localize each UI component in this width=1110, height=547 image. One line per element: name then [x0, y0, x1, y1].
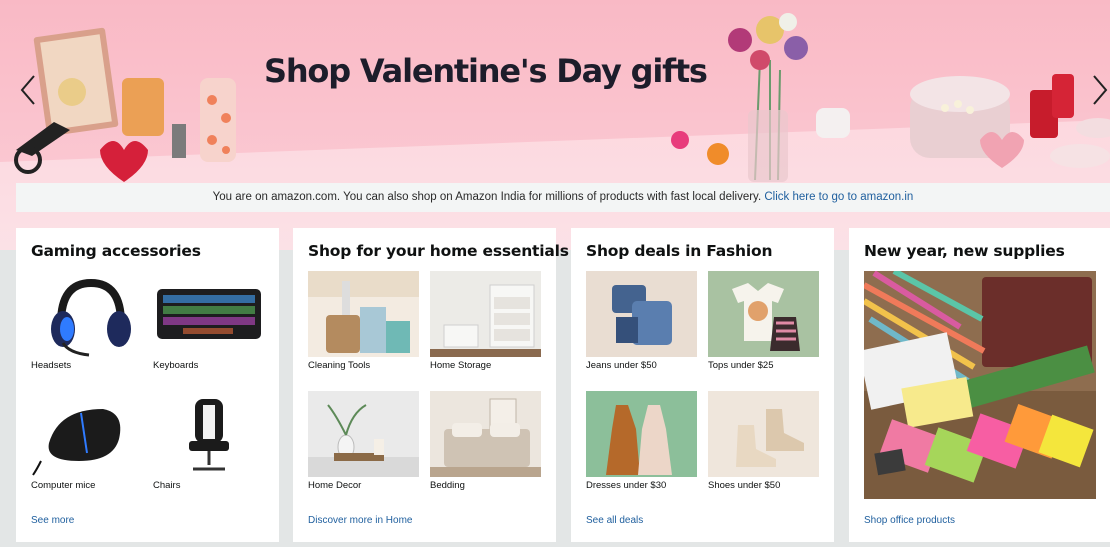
headset-image — [31, 271, 142, 357]
hero-title[interactable]: Shop Valentine's Day gifts — [264, 52, 708, 90]
tile-label: Home Decor — [308, 480, 362, 491]
chevron-right-icon — [1093, 75, 1108, 105]
tile-label: Shoes under $50 — [708, 480, 781, 491]
amazon-india-link[interactable]: Click here to go to amazon.in — [764, 191, 913, 203]
hero-flowers-decor — [671, 13, 850, 182]
tile-label: Chairs — [153, 480, 181, 491]
carousel-prev-button[interactable] — [14, 70, 44, 110]
card-office-supplies: New year, new supplies Shop office produ… — [849, 228, 1110, 542]
tile-chairs[interactable]: Chairs — [153, 391, 264, 491]
tile-home-decor[interactable]: Home Decor — [308, 391, 419, 491]
hero-right-decor — [910, 74, 1110, 168]
tile-jeans[interactable]: Jeans under $50 — [586, 271, 697, 371]
tile-label: Cleaning Tools — [308, 360, 371, 371]
tile-label: Headsets — [31, 360, 72, 371]
tile-label: Tops under $25 — [708, 360, 774, 371]
chevron-left-icon — [20, 75, 35, 105]
card-title: Shop for your home essentials — [308, 242, 569, 260]
mouse-image — [31, 391, 142, 477]
locale-notice-text: You are on amazon.com. You can also shop… — [212, 191, 762, 203]
tile-label: Keyboards — [153, 360, 199, 371]
tile-bedding[interactable]: Bedding — [430, 391, 541, 491]
bedding-image — [430, 391, 541, 477]
tile-label: Bedding — [430, 480, 465, 491]
dresses-image — [586, 391, 697, 477]
home-storage-image — [430, 271, 541, 357]
shoes-image — [708, 391, 819, 477]
carousel-next-button[interactable] — [1084, 70, 1110, 110]
locale-notice: You are on amazon.com. You can also shop… — [16, 183, 1110, 212]
tile-label: Dresses under $30 — [586, 480, 667, 491]
office-supplies-image — [864, 271, 1096, 499]
discover-more-home-link[interactable]: Discover more in Home — [308, 515, 412, 526]
tile-label: Home Storage — [430, 360, 492, 371]
card-fashion-deals: Shop deals in Fashion Jeans under $50 To… — [571, 228, 834, 542]
jeans-image — [586, 271, 697, 357]
keyboard-image — [153, 271, 264, 357]
tile-dresses[interactable]: Dresses under $30 — [586, 391, 697, 491]
chair-image — [153, 391, 264, 477]
card-title: Gaming accessories — [31, 242, 201, 260]
see-all-deals-link[interactable]: See all deals — [586, 515, 643, 526]
tile-headsets[interactable]: Headsets — [31, 271, 142, 371]
tile-label: Jeans under $50 — [586, 360, 657, 371]
tile-home-storage[interactable]: Home Storage — [430, 271, 541, 371]
home-decor-image — [308, 391, 419, 477]
hero-banner[interactable]: Shop Valentine's Day gifts — [0, 0, 1110, 250]
tile-label: Computer mice — [31, 480, 96, 491]
cleaning-tools-image — [308, 271, 419, 357]
tile-cleaning-tools[interactable]: Cleaning Tools — [308, 271, 419, 371]
tile-shoes[interactable]: Shoes under $50 — [708, 391, 819, 491]
office-supplies-tile[interactable] — [864, 271, 1096, 499]
card-title: Shop deals in Fashion — [586, 242, 773, 260]
card-home-essentials: Shop for your home essentials Cleaning T… — [293, 228, 569, 542]
tile-keyboards[interactable]: Keyboards — [153, 271, 264, 371]
card-gaming-accessories: Gaming accessories Headsets Keyboards Co… — [16, 228, 279, 542]
tile-tops[interactable]: Tops under $25 — [708, 271, 819, 371]
see-more-link[interactable]: See more — [31, 515, 74, 526]
card-title: New year, new supplies — [864, 242, 1065, 260]
tops-image — [708, 271, 819, 357]
tile-computer-mice[interactable]: Computer mice — [31, 391, 142, 491]
shop-office-products-link[interactable]: Shop office products — [864, 515, 955, 526]
